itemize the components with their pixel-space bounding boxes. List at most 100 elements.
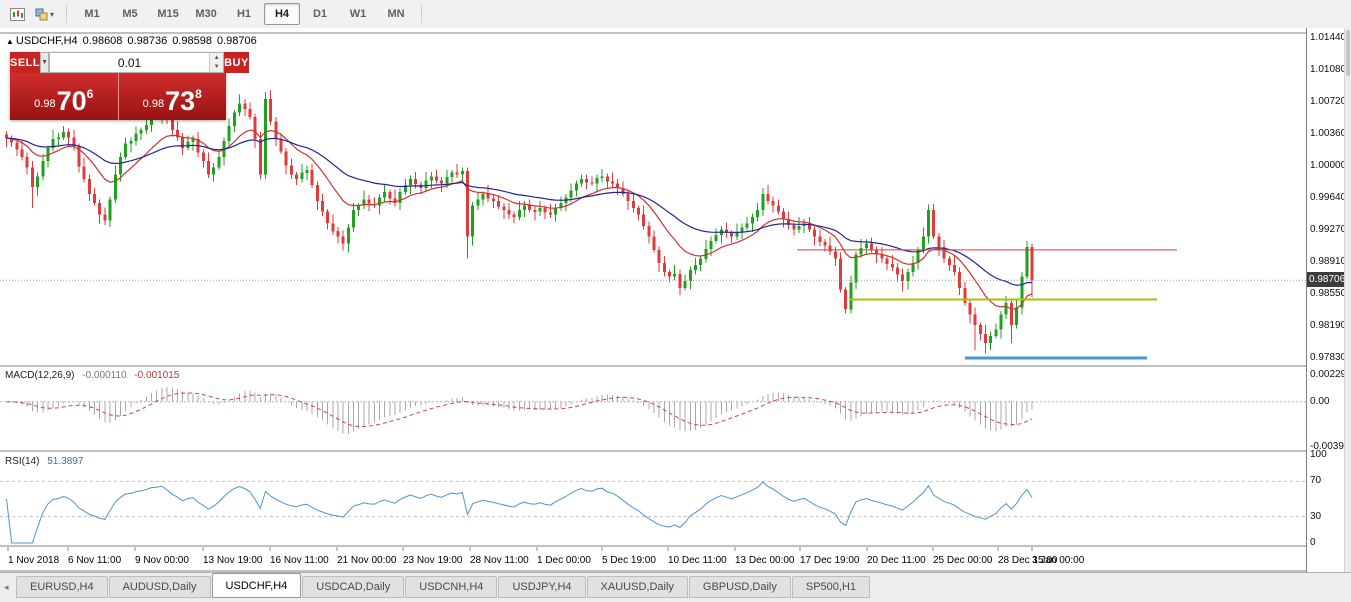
trade-controls-row: SELL ▼ ▲ ▼ BUY (10, 52, 226, 73)
mt4-terminal: ▾ M1M5M15M30H1H4D1W1MN ▲USDCHF,H40.98608… (0, 0, 1351, 602)
sell-price-big: 70 (57, 88, 87, 114)
time-axis-label: 23 Nov 19:00 (403, 555, 463, 566)
chevron-down-icon: ▾ (50, 10, 54, 19)
timeframe-button-m15[interactable]: M15 (150, 3, 186, 25)
symbol-ohlc-line: ▲USDCHF,H4 0.98608 0.98736 0.98598 0.98706 (6, 35, 262, 47)
one-click-trading-panel: SELL ▼ ▲ ▼ BUY 0.98 70 6 (10, 52, 226, 120)
price-axis[interactable]: 0.98706 1.014401.010801.007201.003601.00… (1306, 28, 1344, 572)
macd-axis-label: 0.00 (1310, 396, 1329, 407)
buy-price-prefix: 0.98 (143, 98, 164, 110)
time-axis-label: 1 Nov 2018 (8, 555, 59, 566)
volume-input[interactable] (50, 53, 209, 72)
time-axis-label: 25 Dec 00:00 (933, 555, 993, 566)
tab-eurusd-h4[interactable]: EURUSD,H4 (16, 576, 108, 598)
price-axis-label: 1.00000 (1310, 160, 1346, 171)
volume-stepper: ▲ ▼ (209, 53, 223, 72)
time-axis-label: 16 Nov 11:00 (270, 555, 329, 566)
tab-usdcnh-h4[interactable]: USDCNH,H4 (405, 576, 497, 598)
vertical-scrollbar[interactable] (1344, 28, 1351, 572)
macd-indicator-label: MACD(12,26,9) -0.000110 -0.001015 (5, 370, 179, 381)
timeframe-button-mn[interactable]: MN (378, 3, 414, 25)
sell-price-display[interactable]: 0.98 70 6 (10, 73, 118, 120)
price-axis-label: 1.00720 (1310, 96, 1346, 107)
price-axis-label: 1.01440 (1310, 32, 1346, 43)
price-axis-label: 1.01080 (1310, 64, 1346, 75)
ohlc-high: 0.98736 (127, 35, 167, 47)
tab-usdcad-daily[interactable]: USDCAD,Daily (302, 576, 404, 598)
rsi-axis-label: 70 (1310, 475, 1321, 486)
sell-button[interactable]: SELL (10, 52, 40, 73)
tab-audusd-daily[interactable]: AUDUSD,Daily (109, 576, 211, 598)
timeframe-button-h1[interactable]: H1 (226, 3, 262, 25)
rsi-value: 51.3897 (47, 456, 83, 467)
chart-window-button[interactable] (5, 2, 30, 26)
timeframe-button-m5[interactable]: M5 (112, 3, 148, 25)
price-axis-label: 0.98550 (1310, 288, 1346, 299)
buy-button[interactable]: BUY (224, 52, 249, 73)
price-axis-label: 0.98910 (1310, 256, 1346, 267)
volume-increase-button[interactable]: ▲ (210, 53, 223, 63)
ohlc-open: 0.98608 (83, 35, 123, 47)
toolbar-separator (421, 5, 422, 23)
rsi-axis-label: 0 (1310, 537, 1316, 548)
tab-usdchf-h4[interactable]: USDCHF,H4 (212, 573, 302, 598)
chart-tabs: EURUSD,H4AUDUSD,DailyUSDCHF,H4USDCAD,Dai… (16, 573, 871, 598)
time-axis-label: 13 Nov 19:00 (203, 555, 263, 566)
rsi-axis-label: 30 (1310, 511, 1321, 522)
price-axis-label: 0.98190 (1310, 320, 1346, 331)
rsi-axis-label: 100 (1310, 449, 1327, 460)
rsi-line (7, 482, 1033, 543)
timeframe-button-m30[interactable]: M30 (188, 3, 224, 25)
time-axis-label: 28 Nov 11:00 (470, 555, 529, 566)
buy-price-big: 73 (165, 88, 195, 114)
time-axis-label: 17 Dec 19:00 (800, 555, 860, 566)
scrollbar-thumb[interactable] (1346, 30, 1350, 76)
tab-scroll-left-icon[interactable]: ◂ (4, 582, 9, 593)
time-axis-label: 10 Dec 11:00 (668, 555, 727, 566)
time-axis-label: 13 Dec 00:00 (735, 555, 795, 566)
ohlc-low: 0.98598 (172, 35, 212, 47)
toolbar-separator (66, 5, 67, 23)
timeframe-button-w1[interactable]: W1 (340, 3, 376, 25)
tab-sp500-h1[interactable]: SP500,H1 (792, 576, 870, 598)
rsi-name: RSI(14) (5, 456, 39, 467)
current-price-badge: 0.98706 (1307, 272, 1344, 287)
macd-histogram (7, 387, 1033, 434)
rsi-indicator-label: RSI(14) 51.3897 (5, 456, 83, 467)
time-axis-label: 9 Nov 00:00 (135, 555, 189, 566)
chart-region[interactable]: ▲USDCHF,H40.986080.987360.985980.98706 S… (0, 28, 1351, 572)
indicators-button[interactable]: ▾ (30, 2, 59, 26)
timeframe-button-h4[interactable]: H4 (264, 3, 300, 25)
time-axis[interactable]: 1 Nov 2018 6 Nov 11:00 9 Nov 00:00 13 Nov 1… (0, 547, 1306, 571)
sell-price-prefix: 0.98 (34, 98, 55, 110)
price-axis-label: 0.99270 (1310, 224, 1346, 235)
tab-gbpusd-daily[interactable]: GBPUSD,Daily (689, 576, 791, 598)
time-axis-label: 5 Dec 19:00 (602, 555, 656, 566)
buy-price-display[interactable]: 0.98 73 8 (119, 73, 227, 120)
timeframe-button-m1[interactable]: M1 (74, 3, 110, 25)
chart-tab-bar: ◂ EURUSD,H4AUDUSD,DailyUSDCHF,H4USDCAD,D… (0, 572, 1351, 602)
time-axis-label: 20 Dec 11:00 (867, 555, 926, 566)
macd-name: MACD(12,26,9) (5, 370, 74, 381)
macd-main-value: -0.000110 (82, 370, 126, 381)
time-axis-label: 3 Jan 00:00 (1032, 555, 1084, 566)
tab-usdjpy-h4[interactable]: USDJPY,H4 (498, 576, 585, 598)
tab-xauusd-daily[interactable]: XAUUSD,Daily (587, 576, 688, 598)
price-axis-label: 0.97830 (1310, 352, 1346, 363)
timeframe-toolbar: M1M5M15M30H1H4D1W1MN (74, 3, 414, 25)
symbol-name: USDCHF,H4 (16, 35, 78, 47)
time-axis-label: 6 Nov 11:00 (68, 555, 121, 566)
layers-icon (35, 8, 48, 21)
timeframe-button-d1[interactable]: D1 (302, 3, 338, 25)
time-axis-label: 21 Nov 00:00 (337, 555, 397, 566)
volume-dropdown-button[interactable]: ▼ (40, 52, 49, 73)
toolbar: ▾ M1M5M15M30H1H4D1W1MN (0, 0, 1351, 29)
candlestick-chart-icon (10, 8, 25, 21)
volume-field-wrap: ▲ ▼ (49, 52, 224, 73)
price-axis-label: 0.99640 (1310, 192, 1346, 203)
volume-decrease-button[interactable]: ▼ (210, 63, 223, 73)
collapse-arrow-icon[interactable]: ▲ (6, 37, 14, 46)
sell-price-pipette: 6 (87, 87, 94, 101)
chevron-down-icon: ▼ (41, 59, 48, 66)
ohlc-close: 0.98706 (217, 35, 257, 47)
